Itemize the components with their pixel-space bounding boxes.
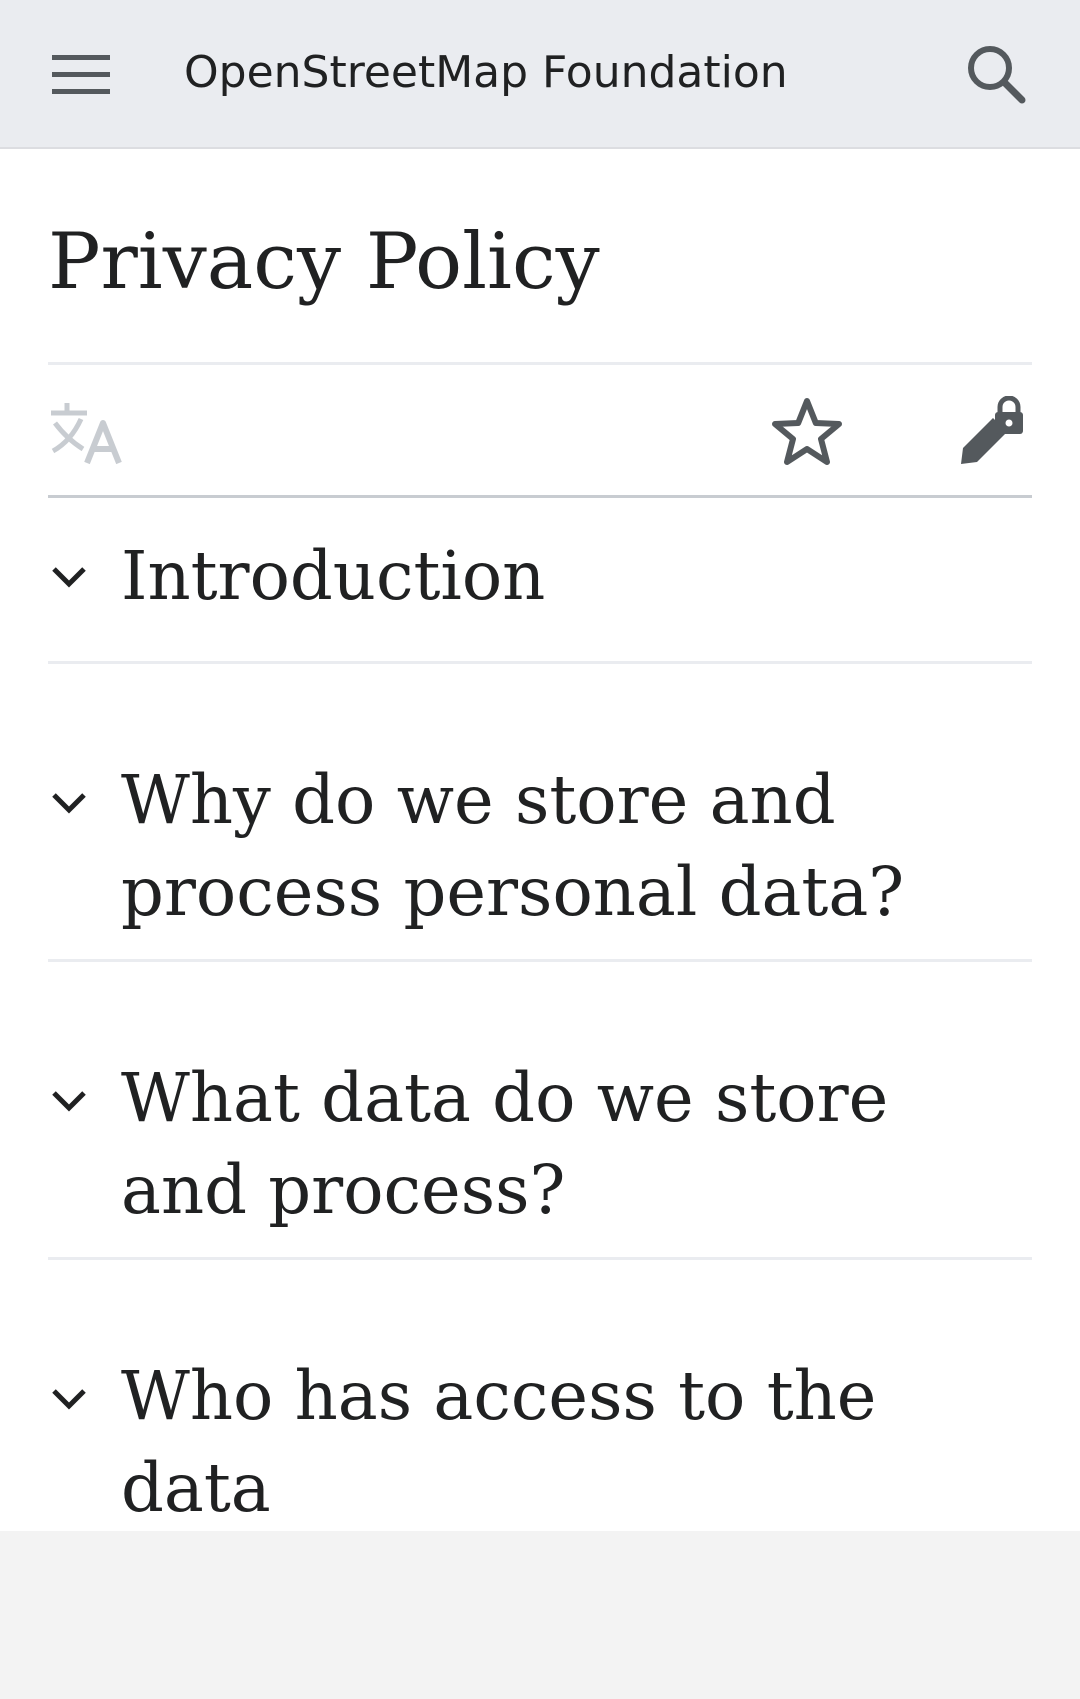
watch-star-button[interactable]	[762, 387, 852, 477]
star-outline-icon	[772, 398, 842, 465]
section-heading: Why do we store and process personal dat…	[121, 761, 905, 931]
site-title[interactable]: OpenStreetMap Foundation	[184, 38, 788, 108]
chevron-down-icon	[48, 1378, 90, 1420]
section-introduction[interactable]: Introduction	[48, 498, 1032, 664]
section-heading: What data do we store and process?	[121, 1059, 889, 1229]
sections-list: Introduction Why do we store and process…	[48, 498, 1032, 1527]
section-what-data[interactable]: What data do we store and process?	[48, 962, 1032, 1260]
chevron-down-icon	[48, 556, 90, 598]
main-content: Privacy Policy Introduction Why do we st…	[0, 149, 1080, 1531]
section-heading: Introduction	[121, 537, 546, 615]
section-who-has-access[interactable]: Who has access to the data	[48, 1260, 1032, 1527]
page-actions-bar	[48, 362, 1032, 498]
section-why-store[interactable]: Why do we store and process personal dat…	[48, 664, 1032, 962]
chevron-down-icon	[48, 1080, 90, 1122]
section-heading: Who has access to the data	[121, 1357, 877, 1527]
main-menu-button[interactable]	[38, 34, 126, 114]
top-bar: OpenStreetMap Foundation	[0, 0, 1080, 149]
chevron-down-icon	[48, 782, 90, 824]
edit-button[interactable]	[946, 387, 1036, 477]
edit-locked-icon	[961, 396, 1023, 464]
language-translate-icon	[51, 403, 122, 465]
search-button[interactable]	[954, 32, 1038, 116]
search-icon	[968, 46, 1026, 104]
language-button	[42, 387, 132, 477]
page-title: Privacy Policy	[48, 217, 600, 307]
hamburger-menu-icon	[52, 55, 110, 94]
